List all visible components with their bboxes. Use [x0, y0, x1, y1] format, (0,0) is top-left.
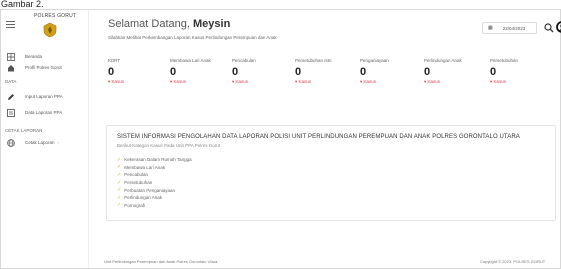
stat-label: Persetubuhan	[490, 58, 519, 63]
police-logo	[43, 22, 57, 38]
list-item: ✓ Perlindungan Anak	[117, 194, 545, 202]
stat-trend: ▾ Kasus	[170, 79, 187, 84]
sidebar-nav: Beranda Profil Polres Gorut DATA Input L…	[1, 51, 89, 148]
stat-trend: ▾ Kasus	[490, 79, 507, 84]
check-icon: ✓	[117, 187, 122, 194]
list-item: ✓ Membawa Lari Anak	[117, 164, 545, 172]
stat-value: 0	[170, 66, 177, 78]
chevron-right-icon: ›	[57, 140, 59, 145]
check-icon: ✓	[117, 164, 122, 171]
sidebar-item-data-laporan[interactable]: Data Laporan PPA	[1, 107, 89, 118]
card-title: SISTEM INFORMASI PENGOLAHAN DATA LAPORAN…	[117, 134, 520, 140]
calendar-icon: ▦	[488, 25, 493, 31]
stat-trend: ▾ Kasus	[295, 79, 312, 84]
list-item: ✓ Kekerasan Dalam Rumah Tangga	[117, 156, 545, 164]
figure-caption: Gambar 2.	[1, 0, 44, 9]
sidebar-item-label: Input Laporan PPA	[25, 94, 63, 99]
app-window: POLRES GORUT Beranda Profil Polres Gorut…	[0, 9, 561, 269]
sidebar-item-label: Profil Polres Gorut	[25, 65, 62, 70]
check-icon: ✓	[117, 202, 122, 209]
stat-kdrt: KDRT 0 ▾ Kasus	[108, 58, 178, 85]
list-item-label: Pornografi	[124, 202, 145, 208]
stat-value: 0	[108, 66, 115, 78]
list-item-label: Persetubuhan	[124, 180, 153, 186]
globe-icon	[6, 138, 15, 147]
menu-toggle-icon[interactable]	[6, 21, 15, 29]
check-icon: ✓	[117, 179, 122, 186]
stat-trend: ▾ Kasus	[360, 79, 377, 84]
sidebar-item-label: Data Laporan PPA	[25, 110, 63, 115]
sidebar-item-beranda[interactable]: Beranda	[1, 51, 89, 62]
footer-unit-name: Unit Perlindungan Perempuan dan Anak Pol…	[104, 259, 218, 264]
stat-value: 0	[232, 66, 239, 78]
stat-value: 0	[295, 66, 302, 78]
stat-trend: ▾ Kasus	[424, 79, 441, 84]
stat-label: KDRT	[108, 58, 121, 63]
card-subtitle: Berikut Kategori Kasus Pada Unit PPA Pol…	[117, 143, 220, 148]
check-icon: ✓	[117, 194, 122, 201]
stat-trend: ▾ Kasus	[108, 79, 125, 84]
list-icon	[6, 108, 15, 117]
footer-copyright: Copyright © 2023. POLRES GORUT	[480, 259, 546, 264]
stat-value: 0	[424, 66, 431, 78]
sidebar-section-data: DATA	[5, 79, 17, 84]
greeting-text: Selamat Datang,	[108, 18, 193, 30]
stat-label: Persetubuhan Istri	[295, 58, 332, 63]
stat-pencabulan: Pencabulan 0 ▾ Kasus	[232, 58, 302, 85]
grid-icon	[6, 52, 15, 61]
sidebar: POLRES GORUT Beranda Profil Polres Gorut…	[1, 10, 89, 268]
stats-row: KDRT 0 ▾ Kasus Membawa Lari Anak 0 ▾ Kas…	[108, 58, 561, 92]
stat-label: Membawa Lari Anak	[170, 58, 211, 63]
stat-label: Penganiayaan	[360, 58, 389, 63]
list-item: ✓ Pornografi	[117, 202, 545, 210]
check-icon: ✓	[117, 156, 122, 163]
sidebar-item-profil[interactable]: Profil Polres Gorut	[1, 62, 89, 73]
page-subtitle: Silahkan Melihat Perkembangan Laporan Ka…	[108, 35, 277, 40]
pencil-icon	[6, 92, 15, 101]
stat-trend: ▾ Kasus	[232, 79, 249, 84]
stat-value: 0	[490, 66, 497, 78]
page-title: Selamat Datang, Meysin	[108, 18, 230, 30]
stat-persetubuhan-istri: Persetubuhan Istri 0 ▾ Kasus	[295, 58, 365, 85]
stat-value: 0	[360, 66, 367, 78]
stat-label: Perlindungan Anak	[424, 58, 462, 63]
stat-perlindungan-anak: Perlindungan Anak 0 ▾ Kasus	[424, 58, 494, 85]
sidebar-item-input-laporan[interactable]: Input Laporan PPA	[1, 91, 89, 102]
list-item-label: Perbuatan Penganiayaan	[124, 187, 175, 193]
list-item: ✓ Persetubuhan	[117, 179, 545, 187]
list-item-label: Membawa Lari Anak	[124, 164, 165, 170]
sidebar-section-cetak: CETAK LAPORAN	[5, 128, 43, 133]
sidebar-item-label: Beranda	[25, 54, 43, 59]
sidebar-item-cetak-laporan[interactable]: Cetak Laporan ›	[1, 137, 89, 148]
stat-penganiayaan: Penganiayaan 0 ▾ Kasus	[360, 58, 430, 85]
stat-label: Pencabulan	[232, 58, 256, 63]
header: Selamat Datang, Meysin Silahkan Melihat …	[90, 10, 561, 48]
sidebar-item-label: Cetak Laporan	[25, 140, 55, 145]
list-item-label: Kekerasan Dalam Rumah Tangga	[124, 157, 192, 163]
list-item-label: Pencabulan	[124, 172, 148, 178]
stat-membawa-lari-anak: Membawa Lari Anak 0 ▾ Kasus	[170, 58, 240, 85]
username: Meysin	[193, 18, 231, 30]
home-icon	[6, 63, 15, 72]
user-profile-icon[interactable]	[556, 21, 561, 33]
list-item: ✓ Perbuatan Penganiayaan	[117, 186, 545, 194]
check-icon: ✓	[117, 171, 122, 178]
date-picker[interactable]: ▦ 22/04/2023	[482, 22, 537, 34]
stat-persetubuhan: Persetubuhan 0 ▾ Kasus	[490, 58, 560, 85]
list-item-label: Perlindungan Anak	[124, 195, 162, 201]
info-card: SISTEM INFORMASI PENGOLAHAN DATA LAPORAN…	[106, 125, 556, 221]
search-icon[interactable]	[544, 23, 554, 33]
list-item: ✓ Pencabulan	[117, 171, 545, 179]
category-list: ✓ Kekerasan Dalam Rumah Tangga ✓ Membawa L…	[117, 156, 545, 209]
date-value: 22/04/2023	[502, 25, 526, 31]
brand-name: POLRES GORUT	[34, 13, 77, 19]
